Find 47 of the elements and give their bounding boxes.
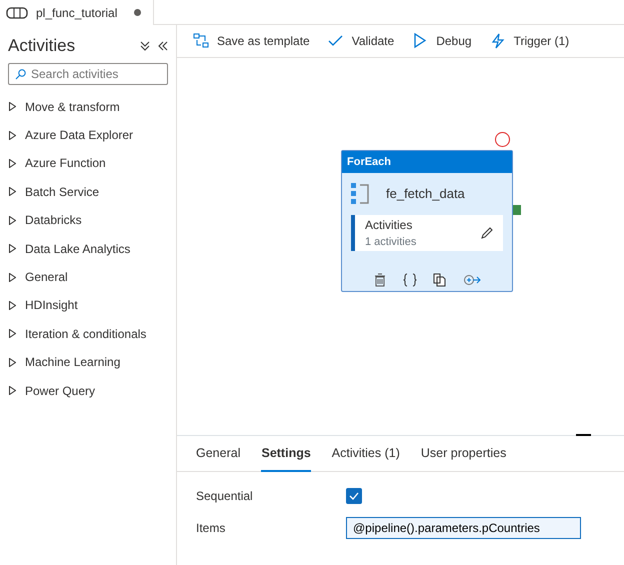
activity-name: fe_fetch_data	[386, 185, 465, 204]
panel-title: Activities	[8, 35, 76, 57]
activity-group[interactable]: Data Lake Analytics	[0, 234, 176, 263]
play-icon	[412, 33, 428, 49]
field-label: Sequential	[196, 488, 254, 505]
resize-handle[interactable]	[576, 434, 591, 436]
activity-group[interactable]: HDInsight	[0, 291, 176, 320]
property-tab[interactable]: Settings	[261, 436, 311, 472]
activity-group[interactable]: Power Query	[0, 376, 176, 405]
activity-count: 1 activities	[365, 234, 418, 250]
connection-handle[interactable]	[495, 132, 510, 147]
sequential-checkbox[interactable]	[346, 488, 362, 504]
tab-title[interactable]: pl_func_tutorial	[36, 4, 118, 22]
property-tab[interactable]: User properties	[420, 436, 506, 472]
validate-button[interactable]: Validate	[328, 32, 394, 50]
copy-icon[interactable]	[433, 273, 447, 287]
activity-group[interactable]: Move & transform	[0, 92, 176, 121]
lightning-icon	[490, 33, 506, 49]
activity-type: ForEach	[342, 151, 512, 173]
search-field[interactable]: Search activities	[8, 62, 168, 84]
foreach-icon	[350, 182, 370, 206]
activity-group[interactable]: Batch Service	[0, 178, 176, 206]
field-label: Items	[196, 520, 226, 537]
property-tab[interactable]: Activities (1)	[332, 436, 400, 472]
checkmark-icon	[349, 492, 359, 500]
activity-group[interactable]: Databricks	[0, 206, 176, 234]
inner-title: Activities	[365, 216, 414, 234]
activity-node[interactable]: ForEach fe_fetch_data Activities 1 activities	[341, 150, 513, 292]
collapse-all-icon	[140, 40, 150, 51]
collapse-panel-icon	[158, 40, 168, 51]
property-tab[interactable]: General	[196, 436, 240, 472]
template-icon	[193, 33, 209, 49]
add-output-icon[interactable]	[463, 273, 481, 287]
debug-button[interactable]: Debug	[412, 32, 472, 50]
code-icon[interactable]	[403, 273, 417, 287]
pencil-icon[interactable]	[481, 227, 493, 239]
activity-group[interactable]: Iteration & conditionals	[0, 320, 176, 348]
pipeline-icon	[6, 6, 28, 18]
template-button[interactable]: Save as template	[193, 32, 310, 50]
search-icon	[15, 68, 26, 80]
activity-group[interactable]: Machine Learning	[0, 348, 176, 376]
activity-group[interactable]: General	[0, 262, 176, 292]
items-field[interactable]: @pipeline().parameters.pCountries	[346, 517, 581, 539]
activity-group[interactable]: Azure Data Explorer	[0, 120, 176, 150]
activity-group[interactable]: Azure Function	[0, 149, 176, 178]
delete-icon[interactable]	[373, 273, 387, 287]
trigger-button[interactable]: Trigger (1)	[490, 32, 570, 50]
